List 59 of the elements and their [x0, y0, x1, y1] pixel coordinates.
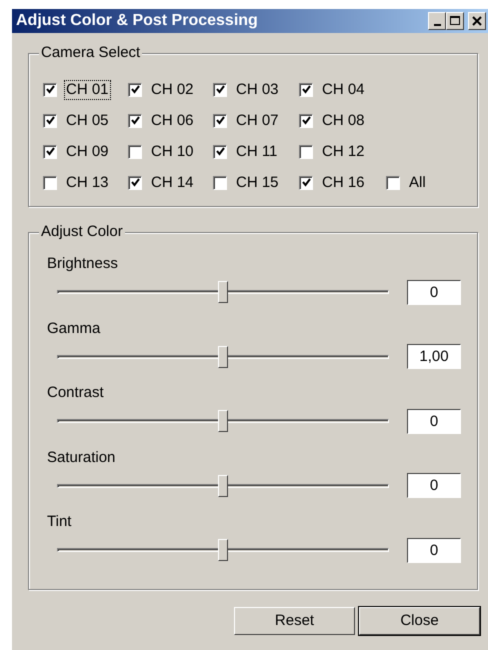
value-field[interactable]: 1,00: [407, 344, 461, 369]
dialog-button[interactable]: Close: [359, 607, 480, 635]
slider-thumb[interactable]: [218, 281, 228, 303]
close-icon: [472, 16, 482, 26]
checkbox-label[interactable]: All: [407, 172, 428, 192]
checkbox-label[interactable]: CH 06: [149, 110, 196, 130]
checkbox[interactable]: [43, 176, 57, 190]
checkbox-label[interactable]: CH 12: [320, 142, 367, 162]
checkbox-label[interactable]: CH 13: [64, 172, 111, 192]
slider-thumb[interactable]: [218, 346, 228, 368]
checkbox[interactable]: [43, 82, 57, 96]
maximize-icon: [450, 16, 460, 26]
window-title: Adjust Color & Post Processing: [16, 11, 258, 31]
value-field[interactable]: 0: [407, 408, 461, 434]
group-title: Adjust Color: [39, 223, 125, 241]
checkbox[interactable]: [299, 82, 313, 96]
checkbox[interactable]: [386, 176, 400, 190]
checkbox-label[interactable]: CH 07: [234, 110, 281, 130]
checkbox-label[interactable]: CH 10: [149, 142, 196, 162]
checkbox[interactable]: [299, 144, 313, 158]
checkbox[interactable]: [128, 114, 142, 128]
checkbox[interactable]: [213, 114, 227, 128]
checkbox-label[interactable]: CH 09: [64, 142, 111, 162]
checkbox-label[interactable]: CH 02: [149, 80, 196, 100]
minimize-icon: [434, 24, 440, 26]
value-field[interactable]: 0: [407, 280, 461, 304]
dialog-button[interactable]: Reset: [234, 607, 355, 635]
maximize-button[interactable]: [446, 12, 464, 30]
checkbox[interactable]: [128, 82, 142, 96]
close-button[interactable]: [468, 12, 486, 30]
checkbox[interactable]: [43, 114, 57, 128]
checkbox[interactable]: [43, 144, 57, 158]
slider-label: Tint: [47, 512, 72, 532]
slider-label: Brightness: [47, 254, 118, 274]
checkbox[interactable]: [213, 144, 227, 158]
minimize-button[interactable]: [428, 12, 446, 30]
checkbox[interactable]: [299, 176, 313, 190]
slider-thumb[interactable]: [218, 410, 228, 432]
checkbox-label[interactable]: CH 04: [320, 80, 367, 100]
slider-thumb[interactable]: [218, 474, 228, 496]
value-field[interactable]: 0: [407, 538, 461, 562]
checkbox-label[interactable]: CH 11: [234, 142, 280, 162]
slider-label: Saturation: [47, 448, 116, 468]
checkbox-label[interactable]: CH 08: [320, 110, 367, 130]
slider-thumb[interactable]: [218, 539, 228, 561]
checkbox[interactable]: [128, 144, 142, 158]
checkbox-label[interactable]: CH 03: [234, 80, 281, 100]
value-field[interactable]: 0: [407, 473, 461, 498]
slider-label: Contrast: [47, 383, 104, 403]
checkbox[interactable]: [213, 82, 227, 96]
checkbox[interactable]: [128, 176, 142, 190]
checkbox-label[interactable]: CH 16: [320, 172, 367, 192]
checkbox[interactable]: [213, 176, 227, 190]
checkbox-label[interactable]: CH 01: [64, 80, 111, 100]
checkbox-label[interactable]: CH 15: [234, 172, 281, 192]
checkbox-label[interactable]: CH 14: [149, 172, 196, 192]
checkbox-label[interactable]: CH 05: [64, 110, 111, 130]
checkbox[interactable]: [299, 114, 313, 128]
slider-label: Gamma: [47, 318, 100, 338]
